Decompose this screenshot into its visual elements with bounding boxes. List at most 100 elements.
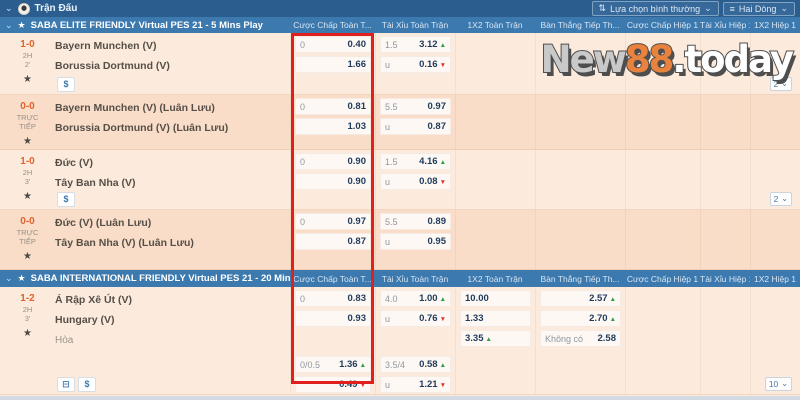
odds-column-spacer — [291, 330, 375, 356]
odds-cell-ou[interactable]: u 0.16 ▼ — [380, 56, 451, 73]
favorite-star-icon[interactable]: ★ — [23, 192, 32, 202]
odds-cell-ou[interactable]: u 0.76 ▼ — [380, 310, 451, 327]
tool-icons: $ — [57, 76, 75, 92]
odds-cell-value: 0.58 ▲ — [419, 359, 446, 370]
match-row: 0-0 TRỰC TIẾP ★ Đức (V) (Luân Lưu) Tây Ban Nh… — [0, 210, 800, 270]
team-name: Đức (V) (Luân Lưu) — [55, 217, 152, 229]
odds-cell-ou[interactable]: u 0.87 — [380, 118, 451, 135]
league-collapse-chevron-icon[interactable]: ⌄ — [5, 274, 13, 283]
match-row: 0-0 TRỰC TIẾP ★ Bayern Munchen (V) (Luân Lưu… — [0, 95, 800, 150]
odds-column-handicap: 0 0.97 0.87 — [290, 210, 375, 269]
odds-cell-value: 0.76 ▼ — [419, 313, 446, 324]
odds-cell-ou[interactable]: 5.5 0.89 — [380, 213, 451, 230]
odds-cell-handicap[interactable]: 1.03 — [295, 118, 371, 135]
odds-cell-next_goal[interactable]: 2.57 ▲ — [540, 290, 621, 307]
odds-cell-x2[interactable]: 10.00 — [460, 290, 531, 307]
match-status: 2H — [22, 305, 33, 314]
odds-cell-ou[interactable]: 4.0 1.00 ▲ — [380, 290, 451, 307]
match-info-column: 1-0 2H 2' ★ — [0, 33, 55, 94]
favorite-star-icon[interactable]: ★ — [23, 75, 32, 85]
column-header-next_goal: Bàn Thắng Tiếp Th... — [540, 20, 620, 30]
receipt-icon[interactable]: ⊟ — [57, 376, 75, 392]
odds-cell-handicap[interactable]: 0/0.5 1.36 ▲ — [295, 356, 371, 373]
match-status: TRỰC — [16, 113, 39, 122]
match-score: 0-0 — [20, 216, 35, 227]
odds-cell-x2[interactable]: 1.33 — [460, 310, 531, 327]
odds-cell-handicap[interactable]: 0.87 — [295, 233, 371, 250]
odds-cell-value: 1.00 ▲ — [419, 293, 446, 304]
match-status: 2H — [22, 51, 33, 60]
odds-cell-handicap[interactable]: 1.66 — [295, 56, 371, 73]
odds-cell-x2[interactable]: 3.35 ▲ — [460, 330, 531, 347]
odds-cell-next_goal[interactable]: 2.70 ▲ — [540, 310, 621, 327]
list-icon: ≡ — [729, 3, 735, 14]
odds-column-h1_handicap — [625, 95, 700, 149]
odds-cell-ou[interactable]: u 0.08 ▼ — [380, 173, 451, 190]
league-collapse-chevron-icon[interactable]: ⌄ — [5, 20, 13, 30]
odds-cell-value: 2.58 — [597, 333, 617, 344]
match-score: 1-2 — [20, 293, 35, 304]
dollar-icon[interactable]: $ — [78, 376, 96, 392]
odds-cell-handicap[interactable]: 0 0.40 — [295, 36, 371, 53]
footer-strip — [0, 396, 800, 400]
odds-cell-value: 2.70 ▲ — [589, 313, 616, 324]
chevron-down-icon: ⌄ — [781, 194, 788, 203]
page-title: Trận Đấu — [34, 3, 78, 14]
dollar-icon[interactable]: $ — [57, 191, 75, 207]
column-header-handicap: Cược Chấp Toàn T... — [293, 20, 372, 30]
team-column: Đức (V) (Luân Lưu) Tây Ban Nha (V) (Luân … — [55, 210, 290, 269]
odds-column-next_goal — [535, 210, 625, 269]
odds-cell-ou[interactable]: 5.5 0.97 — [380, 98, 451, 115]
view-mode-dropdown[interactable]: ≡ Hai Dòng ⌄ — [722, 1, 795, 16]
market-count-value: 2 — [773, 79, 779, 89]
column-header-h1_x2: 1X2 Hiệp 1 — [753, 273, 797, 284]
market-count-dropdown[interactable]: 2 ⌄ — [769, 77, 792, 91]
favorite-star-icon[interactable]: ★ — [23, 252, 32, 262]
league-star-icon[interactable]: ★ — [18, 273, 26, 284]
favorite-star-icon[interactable]: ★ — [23, 329, 32, 339]
match-score: 0-0 — [20, 101, 35, 112]
match-status: TIẾP — [19, 122, 36, 131]
odds-column-handicap: 0 0.81 1.03 — [290, 95, 375, 149]
odds-column-ou: 5.5 0.89 u 0.95 — [375, 210, 455, 269]
team-name: Bayern Munchen (V) — [55, 40, 157, 52]
odds-cell-handicap[interactable]: 0 0.83 — [295, 290, 371, 307]
odds-cell-value: 0.90 — [347, 176, 367, 187]
odds-cell-value: 0.87 — [347, 236, 367, 247]
odds-cell-next_goal[interactable]: Không có 2.58 — [540, 330, 621, 347]
odds-column-h1_x2 — [750, 95, 800, 149]
market-count-dropdown[interactable]: 10 ⌄ — [764, 377, 792, 391]
trend-up-icon: ▲ — [439, 159, 446, 166]
odds-cell-handicap[interactable]: 0 0.90 — [295, 153, 371, 170]
dollar-icon[interactable]: $ — [57, 76, 75, 92]
league-star-icon[interactable]: ★ — [18, 20, 26, 31]
odds-cell-handicap[interactable]: 0 0.81 — [295, 98, 371, 115]
team-name: Đức (V) — [55, 157, 93, 169]
odds-cell-ou[interactable]: 3.5/4 0.58 ▲ — [380, 356, 451, 373]
odds-cell-ou[interactable]: 1.5 4.16 ▲ — [380, 153, 451, 170]
column-header-handicap: Cược Chấp Toàn T... — [293, 273, 372, 284]
column-header-h1_handicap: Cược Chấp Hiệp 1 — [626, 273, 699, 284]
league-header: ⌄ ★ SABA ELITE FRIENDLY Virtual PES 21 - 5… — [0, 17, 800, 33]
odds-cell-ou[interactable]: 1.5 3.12 ▲ — [380, 36, 451, 53]
favorite-star-icon[interactable]: ★ — [23, 137, 32, 147]
market-count-value: 2 — [773, 194, 779, 204]
odds-column-h1_ou — [700, 210, 750, 269]
collapse-chevron-icon[interactable]: ⌄ — [5, 4, 13, 13]
chevron-down-icon: ⌄ — [781, 79, 788, 88]
odds-cell-ou[interactable]: u 0.95 — [380, 233, 451, 250]
market-count-dropdown[interactable]: 2 ⌄ — [769, 192, 792, 206]
odds-cell-label: 0 — [300, 293, 306, 304]
odds-cell-handicap[interactable]: 0 0.97 — [295, 213, 371, 230]
team-name: Hungary (V) — [55, 314, 115, 326]
odds-cell-handicap[interactable]: 0.90 — [295, 173, 371, 190]
sort-mode-dropdown[interactable]: ⇅ Lựa chọn bình thường ⌄ — [591, 1, 719, 16]
odds-cell-label: 4.0 — [385, 293, 398, 304]
odds-cell-label: 5.5 — [385, 101, 398, 112]
match-status: 2H — [22, 168, 33, 177]
odds-cell-handicap[interactable]: 0.93 — [295, 310, 371, 327]
chevron-down-icon: ⌄ — [780, 3, 788, 13]
odds-column-ou: 5.5 0.97 u 0.87 — [375, 95, 455, 149]
league-name-area: ⌄ ★ SABA ELITE FRIENDLY Virtual PES 21 - 5… — [0, 20, 290, 31]
odds-cell-value: 0.89 — [427, 216, 447, 227]
